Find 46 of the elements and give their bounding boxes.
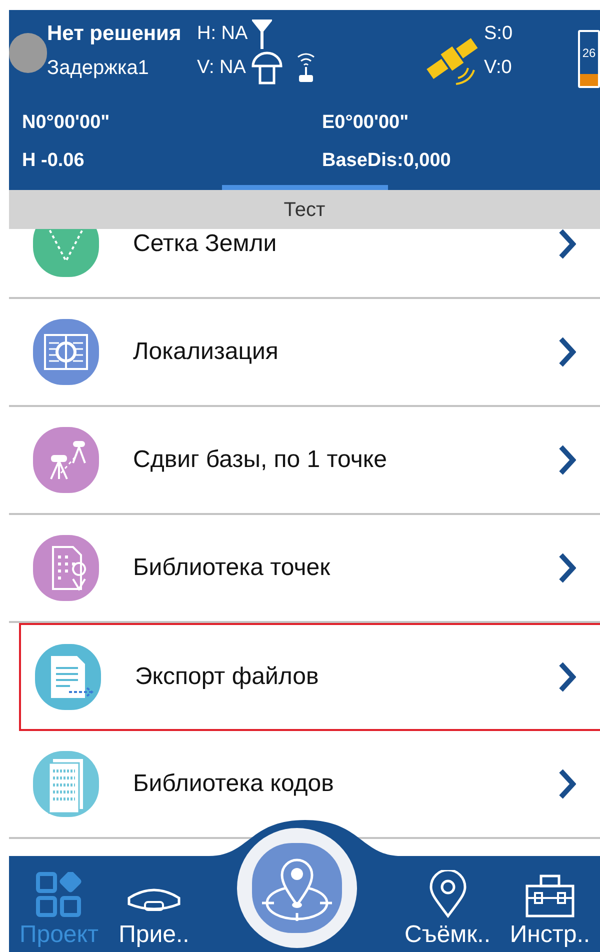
- menu-item-label: Экспорт файлов: [135, 662, 320, 692]
- chevron-right-icon: [558, 444, 576, 476]
- antenna-icon: [252, 19, 272, 49]
- menu-item-label: Сетка Земли: [133, 229, 278, 259]
- menu-item[interactable]: Сдвиг базы, по 1 точке: [9, 407, 600, 515]
- codes-icon: [33, 751, 99, 817]
- menu-item[interactable]: Экспорт файлов: [19, 623, 600, 731]
- battery-percent: 26: [582, 45, 596, 62]
- chevron-right-icon: [558, 336, 576, 368]
- chevron-right-icon: [558, 552, 576, 584]
- localize-icon: [33, 319, 99, 385]
- export-icon: [35, 644, 101, 710]
- base-distance: BaseDis:0,000: [322, 148, 451, 173]
- radio-modem-icon: [296, 51, 316, 85]
- satellite-count: S:0: [484, 22, 513, 46]
- chevron-right-icon: [558, 229, 576, 260]
- vertical-precision: V: NA: [197, 56, 246, 80]
- nav-tab[interactable]: Прие..: [109, 856, 199, 952]
- nav-tab[interactable]: Съёмк..: [395, 856, 500, 952]
- battery-fill: [580, 74, 598, 86]
- grid-icon: [33, 229, 99, 277]
- menu-item-label: Библиотека кодов: [133, 769, 335, 799]
- toolbox-icon: [525, 874, 575, 918]
- receiver-icon: [250, 50, 284, 86]
- menu-item-label: Локализация: [133, 337, 280, 367]
- shift-icon: [33, 427, 99, 493]
- chevron-right-icon: [558, 661, 576, 693]
- menu-item[interactable]: Локализация: [9, 299, 600, 407]
- menu-item[interactable]: Сетка Земли: [9, 229, 600, 299]
- tab[interactable]: Тест: [9, 190, 600, 229]
- points-icon: [33, 535, 99, 601]
- menu-item[interactable]: Библиотека точек: [9, 515, 600, 623]
- nav-tab[interactable]: Инстр..: [500, 856, 600, 952]
- grid-icon: [36, 872, 82, 918]
- height-value: H -0.06: [22, 148, 86, 173]
- menu-item-label: Сдвиг базы, по 1 точке: [133, 445, 388, 475]
- delay-label: Задержка1: [47, 56, 150, 81]
- solution-status: Нет решения: [47, 21, 182, 47]
- chevron-right-icon: [558, 768, 576, 800]
- horizontal-precision: H: NA: [197, 22, 248, 46]
- location-target-icon: [252, 843, 342, 933]
- satellite-visible: V:0: [484, 56, 513, 80]
- location-pin-icon: [428, 870, 468, 918]
- menu-item-label: Библиотека точек: [133, 553, 332, 583]
- northing-value: N0°00'00": [22, 110, 111, 135]
- easting-value: E0°00'00": [322, 110, 409, 135]
